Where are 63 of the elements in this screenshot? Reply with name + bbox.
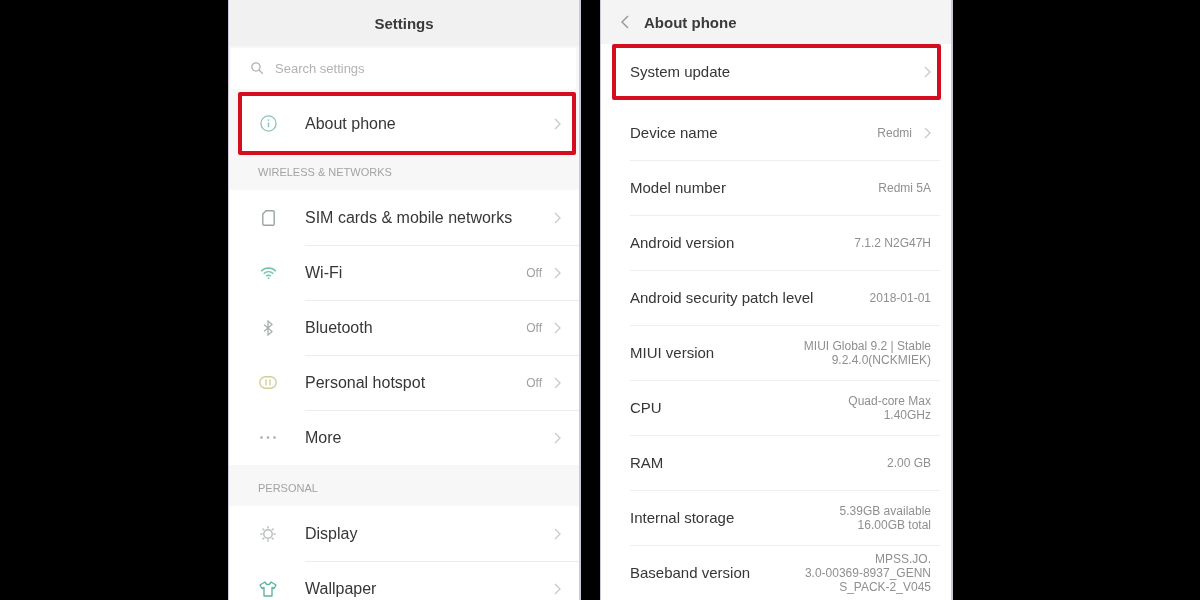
item-value: Off [526, 266, 542, 280]
settings-item[interactable]: About phone [238, 92, 576, 155]
item-value: MIUI Global 9.2 | Stable 9.2.4.0(NCKMIEK) [803, 339, 931, 367]
item-label: MIUI version [630, 344, 716, 362]
back-icon[interactable] [621, 15, 629, 29]
shirt-icon [259, 580, 277, 597]
sim-card-icon [261, 209, 275, 226]
wifi-icon [259, 266, 277, 279]
chevron-right-icon [554, 527, 561, 540]
item-value: Redmi [877, 125, 912, 140]
item-label: CPU [630, 399, 663, 417]
info-icon [259, 115, 277, 132]
sun-icon [260, 525, 276, 542]
item-label: Wallpaper [305, 580, 378, 598]
item-value: 2.00 GB [886, 456, 931, 470]
about-item[interactable]: Device name Redmi [630, 105, 940, 160]
item-label: Android version [630, 234, 736, 252]
chevron-right-icon [554, 583, 561, 595]
chevron-right-icon [554, 117, 561, 130]
chevron-right-icon [554, 211, 561, 224]
chevron-right-icon [554, 377, 561, 389]
item-value: Off [526, 376, 542, 390]
settings-item[interactable]: Wi-Fi Off [229, 245, 579, 300]
item-value: Off [526, 321, 542, 335]
hotspot-icon [259, 376, 277, 389]
settings-item[interactable]: More [229, 410, 579, 465]
bluetooth-icon [263, 319, 273, 336]
item-value: 5.39GB available 16.00GB total [839, 504, 931, 532]
settings-item[interactable]: Personal hotspot Off [229, 355, 579, 410]
item-label: SIM cards & mobile networks [305, 208, 514, 227]
item-label: Device name [630, 123, 719, 142]
item-label: System update [630, 63, 732, 81]
settings-item[interactable]: Bluetooth Off [229, 300, 579, 355]
screen-title: Settings [374, 14, 434, 32]
search-field[interactable]: Search settings [231, 48, 576, 89]
item-label: Display [305, 524, 359, 543]
chevron-right-icon [554, 432, 561, 444]
item-label: About phone [305, 114, 397, 133]
item-label: Baseband version [630, 564, 752, 582]
section-header: PERSONAL [258, 482, 318, 494]
item-label: Model number [630, 179, 727, 197]
item-value: MPSS.JO. 3.0-00369-8937_GENN S_PACK-2_V045 [804, 552, 931, 594]
item-label: Personal hotspot [305, 374, 427, 392]
settings-item[interactable]: Display [229, 506, 579, 561]
item-value: Quad-core Max 1.40GHz [848, 394, 931, 422]
item-value: 7.1.2 N2G47H [854, 236, 931, 250]
settings-item[interactable]: SIM cards & mobile networks [229, 190, 579, 245]
settings-item[interactable]: Wallpaper [229, 561, 579, 600]
more-icon [260, 436, 276, 439]
search-icon [251, 62, 263, 74]
chevron-right-icon [554, 267, 561, 279]
item-label: Wi-Fi [305, 264, 344, 282]
item-label: More [305, 429, 343, 447]
section-header: WIRELESS & NETWORKS [258, 166, 392, 178]
about-item[interactable]: System update [612, 44, 941, 100]
item-label: RAM [630, 454, 665, 472]
item-label: Internal storage [630, 509, 736, 527]
item-value: 2018-01-01 [869, 291, 931, 305]
chevron-right-icon [554, 322, 561, 334]
item-label: Bluetooth [305, 319, 374, 337]
screen-title: About phone [644, 13, 737, 31]
item-label: Android security patch level [630, 289, 815, 307]
item-value: Redmi 5A [878, 181, 931, 195]
